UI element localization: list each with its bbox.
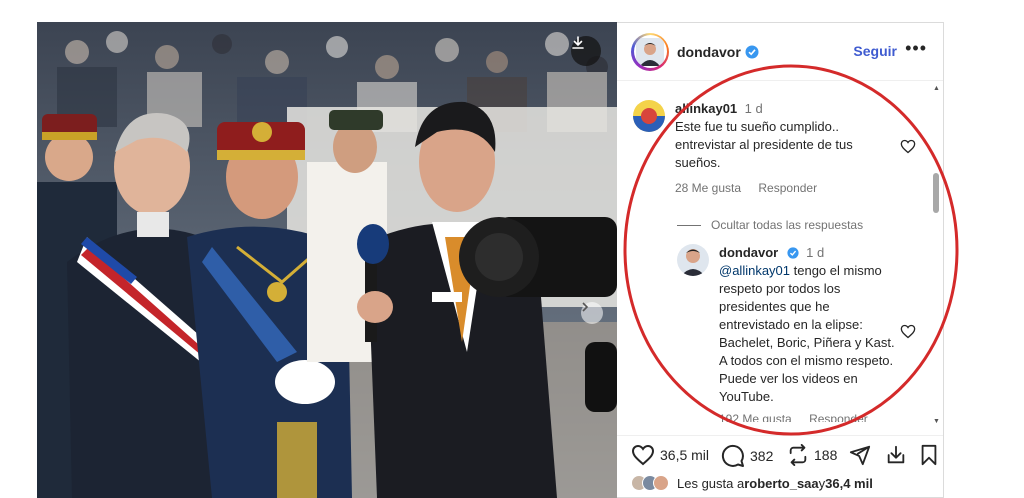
- share-icon: [849, 445, 871, 466]
- author-avatar[interactable]: [631, 32, 669, 71]
- avatar-image: [677, 244, 709, 276]
- avatar-image: [633, 100, 665, 132]
- save-icon: [887, 445, 905, 464]
- next-image-button[interactable]: [581, 302, 603, 324]
- comment-text: Este fue tu sueño cumplido.. entrevistar…: [675, 119, 853, 170]
- reply-item: dondavor 1 d @allinkay01 tengo el mismo …: [617, 242, 937, 422]
- comment-time: 1 d: [744, 101, 763, 116]
- scroll-thumb[interactable]: [933, 173, 939, 213]
- reply-author-avatar[interactable]: [677, 244, 709, 276]
- follow-button[interactable]: Seguir: [853, 43, 897, 59]
- repost-icon: [789, 444, 807, 466]
- comment-count: 382: [750, 448, 774, 464]
- avatar-image: [636, 37, 664, 66]
- comment-like-heart-icon[interactable]: [900, 139, 916, 154]
- action-bar: 36,5 mil 382 188: [617, 435, 943, 475]
- download-icon: [572, 36, 584, 49]
- scroll-down-icon[interactable]: ▼: [933, 418, 940, 425]
- mention-link[interactable]: @allinkay01: [719, 263, 790, 278]
- photo-scene: [37, 22, 617, 498]
- verified-icon: [787, 247, 799, 259]
- hide-replies-label: Ocultar todas las respuestas: [711, 218, 864, 232]
- reply-meta: 192 Me gusta Responder: [719, 412, 899, 422]
- liked-by-prefix: Les gusta a: [677, 475, 745, 491]
- like-button[interactable]: 36,5 mil: [631, 444, 709, 466]
- more-icon[interactable]: •••: [905, 38, 927, 59]
- comment-meta: 28 Me gusta Responder: [675, 181, 895, 195]
- reply-body: tengo el mismo respeto por todos los pre…: [719, 263, 895, 404]
- bookmark-icon: [921, 444, 937, 466]
- hide-replies-button[interactable]: Ocultar todas las respuestas: [677, 218, 863, 232]
- post-image[interactable]: [37, 22, 617, 498]
- comments-scrollbar[interactable]: ▲ ▼: [932, 83, 940, 425]
- reply-like-heart-icon[interactable]: [900, 324, 916, 339]
- next-icon: [582, 302, 589, 312]
- commenter-avatar[interactable]: [633, 100, 665, 132]
- post-panel: dondavor Seguir ••• allinkay01 1 d Este …: [617, 22, 944, 498]
- heart-icon: [631, 444, 655, 466]
- reply-text: @allinkay01 tengo el mismo respeto por t…: [719, 262, 899, 406]
- comment-button[interactable]: 382: [721, 444, 773, 468]
- comment-username[interactable]: allinkay01: [675, 101, 737, 116]
- download-button[interactable]: [571, 36, 601, 66]
- liker-avatar: [653, 475, 669, 491]
- reply-username[interactable]: dondavor: [719, 245, 778, 260]
- liked-by-count[interactable]: 36,4 mil: [825, 476, 873, 491]
- comment-likes[interactable]: 28 Me gusta: [675, 181, 741, 195]
- comments-list: allinkay01 1 d Este fue tu sueño cumplid…: [617, 82, 943, 422]
- share-button[interactable]: [849, 444, 871, 466]
- divider-line: [677, 224, 701, 226]
- bookmark-button[interactable]: [919, 444, 939, 466]
- liked-by-user[interactable]: roberto_saa: [744, 476, 818, 491]
- repost-count: 188: [814, 447, 838, 463]
- comment-item: allinkay01 1 d Este fue tu sueño cumplid…: [617, 82, 937, 212]
- author-username[interactable]: dondavor: [677, 44, 741, 60]
- reply-likes[interactable]: 192 Me gusta: [719, 412, 792, 422]
- repost-button[interactable]: 188: [787, 444, 837, 466]
- verified-icon: [745, 45, 759, 58]
- comment-icon: [721, 444, 744, 467]
- scroll-up-icon[interactable]: ▲: [933, 85, 940, 92]
- save-collection-button[interactable]: [885, 444, 907, 466]
- reply-button[interactable]: Responder: [809, 412, 868, 422]
- like-count: 36,5 mil: [660, 447, 710, 463]
- liked-by-line: Les gusta a roberto_saa y 36,4 mil: [631, 475, 873, 491]
- post-header: dondavor Seguir •••: [617, 23, 943, 81]
- reply-button[interactable]: Responder: [758, 181, 817, 195]
- reply-time: 1 d: [806, 245, 825, 260]
